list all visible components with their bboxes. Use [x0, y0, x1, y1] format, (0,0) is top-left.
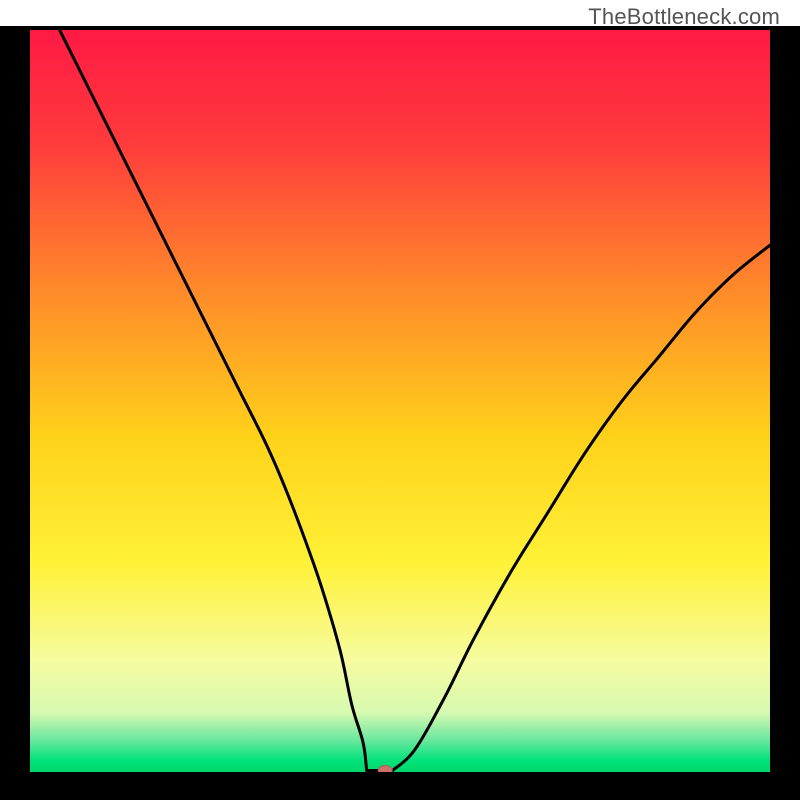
bottleneck-curve-chart	[0, 0, 800, 800]
chart-background	[30, 30, 770, 772]
header-strip	[0, 0, 800, 26]
frame-left	[0, 30, 30, 800]
frame-right	[770, 30, 800, 800]
frame-top	[0, 26, 800, 30]
frame-bottom	[0, 772, 800, 800]
